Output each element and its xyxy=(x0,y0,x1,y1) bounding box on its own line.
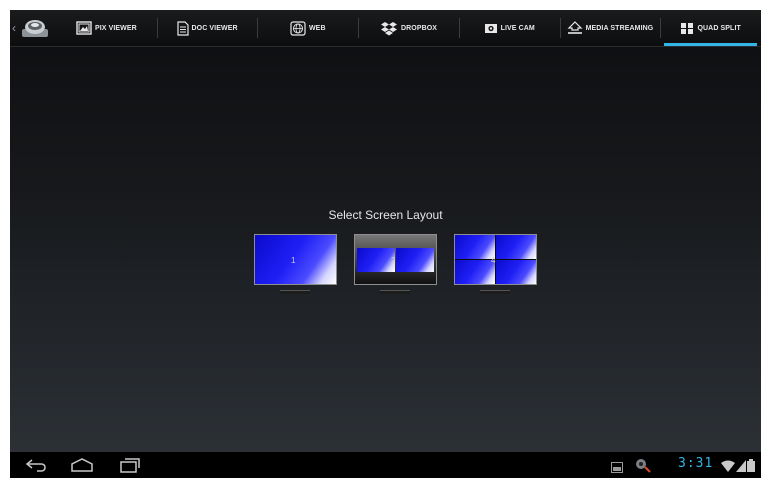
tab-dropbox[interactable]: DROPBOX xyxy=(358,10,459,46)
app-logo-icon xyxy=(22,20,48,37)
monitor-base xyxy=(480,290,510,294)
tab-web[interactable]: WEB xyxy=(257,10,358,46)
tab-label: LIVE CAM xyxy=(500,24,535,32)
tab-label: DOC VIEWER xyxy=(191,24,238,32)
home-icon xyxy=(71,458,93,472)
layout-number: 4 xyxy=(491,256,496,265)
action-bar: ‹ PIX VIEWER DOC VIEWER WEB DROPBOX LIVE… xyxy=(10,10,761,47)
tab-doc-viewer[interactable]: DOC VIEWER xyxy=(156,10,258,46)
layout-number: 2 xyxy=(391,256,396,265)
quad-grid-icon xyxy=(680,22,694,35)
camera-icon xyxy=(484,23,498,34)
tab-label: PIX VIEWER xyxy=(94,24,137,32)
signal-icon xyxy=(736,459,746,477)
layout-pane xyxy=(496,235,536,259)
app-notification-icon[interactable] xyxy=(634,457,652,478)
dropbox-icon xyxy=(380,21,398,36)
screenshot-notification-icon[interactable] xyxy=(611,460,623,478)
layout-pane xyxy=(396,248,434,272)
tab-label: QUAD SPLIT xyxy=(697,24,741,32)
tab-live-cam[interactable]: LIVE CAM xyxy=(458,10,560,46)
layout-option-single[interactable]: 1 xyxy=(254,234,337,300)
document-icon xyxy=(176,20,189,36)
globe-icon xyxy=(290,20,306,36)
layout-pane xyxy=(255,235,336,284)
tab-label: MEDIA STREAMING xyxy=(585,24,654,32)
layout-pane xyxy=(357,248,395,272)
tab-pix-viewer[interactable]: PIX VIEWER xyxy=(56,10,157,46)
app-screen: ‹ PIX VIEWER DOC VIEWER WEB DROPBOX LIVE… xyxy=(10,10,761,478)
streaming-icon xyxy=(567,21,583,35)
monitor-screen: 2 xyxy=(354,234,437,285)
layout-option-quad[interactable]: 4 xyxy=(454,234,537,300)
back-caret-icon: ‹ xyxy=(12,21,16,35)
battery-icon xyxy=(747,459,755,477)
app-home-button[interactable]: ‹ xyxy=(10,14,52,42)
tab-quad-split[interactable]: QUAD SPLIT xyxy=(660,10,761,46)
monitor-screen: 4 xyxy=(454,234,537,285)
back-button[interactable] xyxy=(22,456,50,474)
tab-bar: PIX VIEWER DOC VIEWER WEB DROPBOX LIVE C… xyxy=(56,10,761,46)
wifi-icon xyxy=(721,459,735,477)
select-layout-title: Select Screen Layout xyxy=(328,208,443,222)
layout-pane xyxy=(455,260,495,284)
monitor-screen: 1 xyxy=(254,234,337,285)
tab-media-streaming[interactable]: MEDIA STREAMING xyxy=(559,10,661,46)
picture-icon xyxy=(76,21,92,35)
system-bar: 3:31 xyxy=(10,452,761,478)
layout-option-split[interactable]: 2 xyxy=(354,234,437,300)
layout-pane xyxy=(496,260,536,284)
tab-label: DROPBOX xyxy=(400,24,438,32)
status-clock[interactable]: 3:31 xyxy=(678,456,713,471)
tab-label: WEB xyxy=(308,24,326,32)
monitor-base xyxy=(280,290,310,294)
recent-apps-button[interactable] xyxy=(116,456,144,474)
monitor-base xyxy=(380,290,410,294)
layout-number: 1 xyxy=(291,256,296,265)
layout-pane xyxy=(455,235,495,259)
home-button[interactable] xyxy=(68,456,96,474)
recent-apps-icon xyxy=(120,458,140,473)
back-arrow-icon xyxy=(25,459,46,472)
